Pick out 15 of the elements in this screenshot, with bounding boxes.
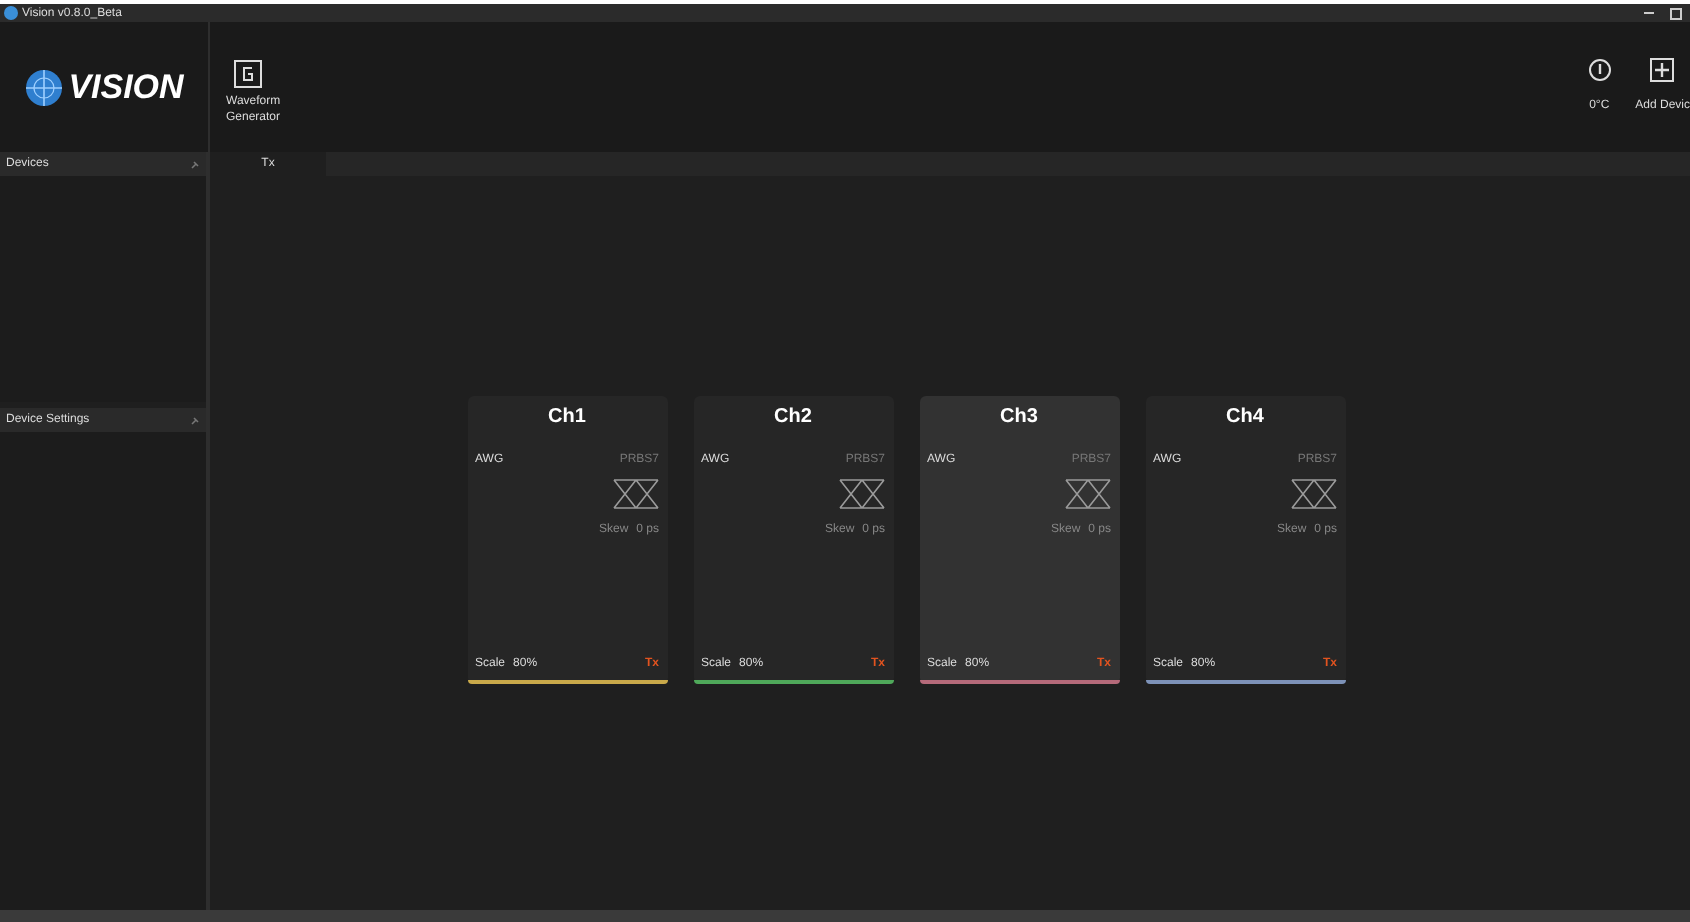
eye-diagram-icon bbox=[837, 477, 885, 509]
channel-title: Ch3 bbox=[998, 407, 1040, 427]
eye-diagram-icon bbox=[611, 477, 659, 509]
logo-text: VISION bbox=[68, 65, 184, 110]
eye-diagram-icon bbox=[1063, 477, 1111, 509]
channel-title: Ch2 bbox=[772, 407, 814, 427]
eye-diagram-icon bbox=[1289, 477, 1337, 509]
globe-logo-icon bbox=[24, 67, 65, 107]
channel-title: Ch4 bbox=[1224, 407, 1266, 427]
channel-title: Ch1 bbox=[546, 407, 588, 427]
restore-icon[interactable] bbox=[1670, 7, 1682, 19]
add-icon bbox=[1650, 58, 1675, 82]
info-icon bbox=[1587, 58, 1612, 82]
app-icon bbox=[4, 6, 18, 20]
generator-icon bbox=[234, 60, 262, 88]
